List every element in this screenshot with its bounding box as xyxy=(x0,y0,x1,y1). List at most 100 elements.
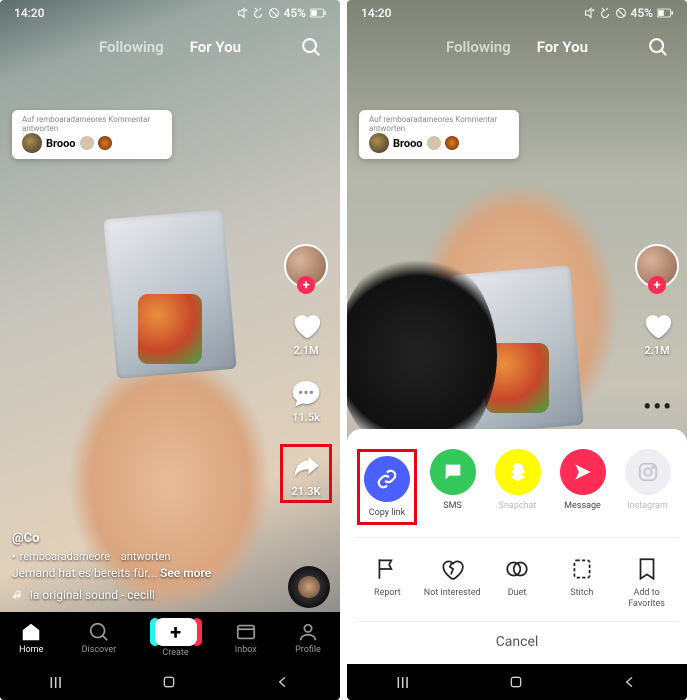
android-nav: III xyxy=(0,664,340,700)
share-sms-label: SMS xyxy=(443,501,462,511)
nav-inbox[interactable]: Inbox xyxy=(235,621,257,655)
share-message-label: Message xyxy=(564,501,601,511)
emoji-icon xyxy=(98,136,112,150)
reply-avatar xyxy=(22,133,42,153)
inbox-icon xyxy=(235,621,257,643)
android-home-icon[interactable] xyxy=(161,674,177,690)
snapchat-icon xyxy=(495,449,541,495)
nav-profile[interactable]: Profile xyxy=(295,621,321,655)
sound-disc[interactable] xyxy=(288,566,330,608)
search-button[interactable] xyxy=(647,36,669,62)
status-bar: 14:20 45% xyxy=(0,0,340,26)
reply-header: Auf remboaradameores Kommentar antworten xyxy=(22,115,162,133)
action-stitch[interactable]: Stitch xyxy=(553,556,611,609)
like-count: 2.1M xyxy=(644,344,669,357)
share-snapchat-label: Snapchat xyxy=(499,501,537,511)
share-count: 21.3K xyxy=(292,485,321,498)
action-duet[interactable]: Duet xyxy=(488,556,546,609)
battery-icon xyxy=(657,8,673,18)
more-icon[interactable]: ••• xyxy=(643,395,673,420)
action-not-interested[interactable]: Not interested xyxy=(423,556,481,609)
share-sheet: Copy link SMS Snapchat Message xyxy=(347,429,687,664)
username[interactable]: @Co xyxy=(12,530,211,549)
heart-icon xyxy=(640,308,674,342)
feed-tabs: Following For You xyxy=(0,38,340,56)
see-more[interactable]: See more xyxy=(160,566,211,580)
phone-left: 14:20 45% Following For You Auf remboara… xyxy=(0,0,340,700)
share-button-highlighted[interactable]: 21.3K xyxy=(280,444,332,503)
status-icons: 45% xyxy=(583,6,673,20)
nav-create[interactable]: + Create xyxy=(155,618,197,658)
emoji-icon xyxy=(80,136,94,150)
tab-following[interactable]: Following xyxy=(446,38,511,56)
follow-plus-icon[interactable]: + xyxy=(297,276,315,294)
battery-percent: 45% xyxy=(284,6,306,20)
emoji-icon xyxy=(427,136,441,150)
comment-icon xyxy=(290,377,322,409)
action-report[interactable]: Report xyxy=(358,556,416,609)
sms-icon xyxy=(430,449,476,495)
creator-avatar[interactable]: + xyxy=(635,244,679,288)
android-back-icon[interactable] xyxy=(275,674,291,690)
message-icon xyxy=(560,449,606,495)
bottom-nav: Home Discover + Create Inbox Profile xyxy=(0,612,340,664)
status-bar: 14:20 45% xyxy=(347,0,687,26)
share-sms[interactable]: SMS xyxy=(423,449,482,525)
share-message[interactable]: Message xyxy=(553,449,612,525)
discover-icon xyxy=(88,621,110,643)
like-button[interactable]: 2.1M xyxy=(289,308,323,357)
share-copy-link-highlighted[interactable]: Copy link xyxy=(357,449,417,525)
search-button[interactable] xyxy=(300,36,322,62)
share-icon xyxy=(289,453,323,483)
follow-plus-icon[interactable]: + xyxy=(648,276,666,294)
link-icon xyxy=(364,456,410,502)
stitch-icon xyxy=(569,556,595,582)
creator-avatar[interactable]: + xyxy=(284,244,328,288)
android-home-icon[interactable] xyxy=(508,674,524,690)
reply-comment-card[interactable]: Auf remboaradameores Kommentar antworten… xyxy=(359,110,519,159)
tab-foryou[interactable]: For You xyxy=(537,38,588,56)
reply-comment-card[interactable]: Auf remboaradameores Kommentar antworten… xyxy=(12,110,172,159)
sound-line[interactable]: ia original sound - cecili xyxy=(12,587,211,604)
create-icon: + xyxy=(155,618,197,646)
caption-text: Jemand hat es bereits für... xyxy=(12,566,157,580)
heart-icon xyxy=(289,308,323,342)
share-snapchat[interactable]: Snapchat xyxy=(488,449,547,525)
nav-home[interactable]: Home xyxy=(19,621,43,655)
tab-foryou[interactable]: For You xyxy=(190,38,241,56)
battery-icon xyxy=(310,8,326,18)
action-favorite[interactable]: Add to Favorites xyxy=(618,556,676,609)
android-nav: III xyxy=(347,664,687,700)
duet-icon xyxy=(504,556,530,582)
music-note-icon xyxy=(12,589,24,601)
like-button[interactable]: 2.1M xyxy=(640,308,674,357)
search-icon xyxy=(647,36,669,58)
engagement-rail: + 2.1M xyxy=(635,244,679,357)
share-instagram[interactable]: Instagram xyxy=(618,449,677,525)
engagement-rail: + 2.1M 11.5k 21.3K xyxy=(280,244,332,503)
like-count: 2.1M xyxy=(293,344,318,357)
recent-apps-icon[interactable]: III xyxy=(396,673,409,692)
reply-line: remboaradameore antworten xyxy=(12,549,211,565)
cancel-button[interactable]: Cancel xyxy=(355,621,679,664)
search-icon xyxy=(300,36,322,58)
share-copy-link-label: Copy link xyxy=(369,508,405,518)
tab-following[interactable]: Following xyxy=(99,38,164,56)
comment-button[interactable]: 11.5k xyxy=(290,377,322,424)
block-icon xyxy=(268,7,280,19)
status-time: 14:20 xyxy=(361,6,391,20)
recent-apps-icon[interactable]: III xyxy=(49,673,62,692)
broken-heart-icon xyxy=(439,556,465,582)
status-time: 14:20 xyxy=(14,6,44,20)
instagram-icon xyxy=(625,449,671,495)
reply-name: Brooo xyxy=(393,137,423,150)
android-back-icon[interactable] xyxy=(622,674,638,690)
flag-icon xyxy=(374,556,400,582)
reply-header: Auf remboaradameores Kommentar antworten xyxy=(369,115,509,133)
phone-right: 14:20 45% Following For You Auf remboara… xyxy=(347,0,687,700)
profile-icon xyxy=(297,621,319,643)
nav-discover[interactable]: Discover xyxy=(82,621,117,655)
share-apps-row: Copy link SMS Snapchat Message xyxy=(355,445,679,527)
bookmark-icon xyxy=(634,556,660,582)
reply-name: Brooo xyxy=(46,137,76,150)
